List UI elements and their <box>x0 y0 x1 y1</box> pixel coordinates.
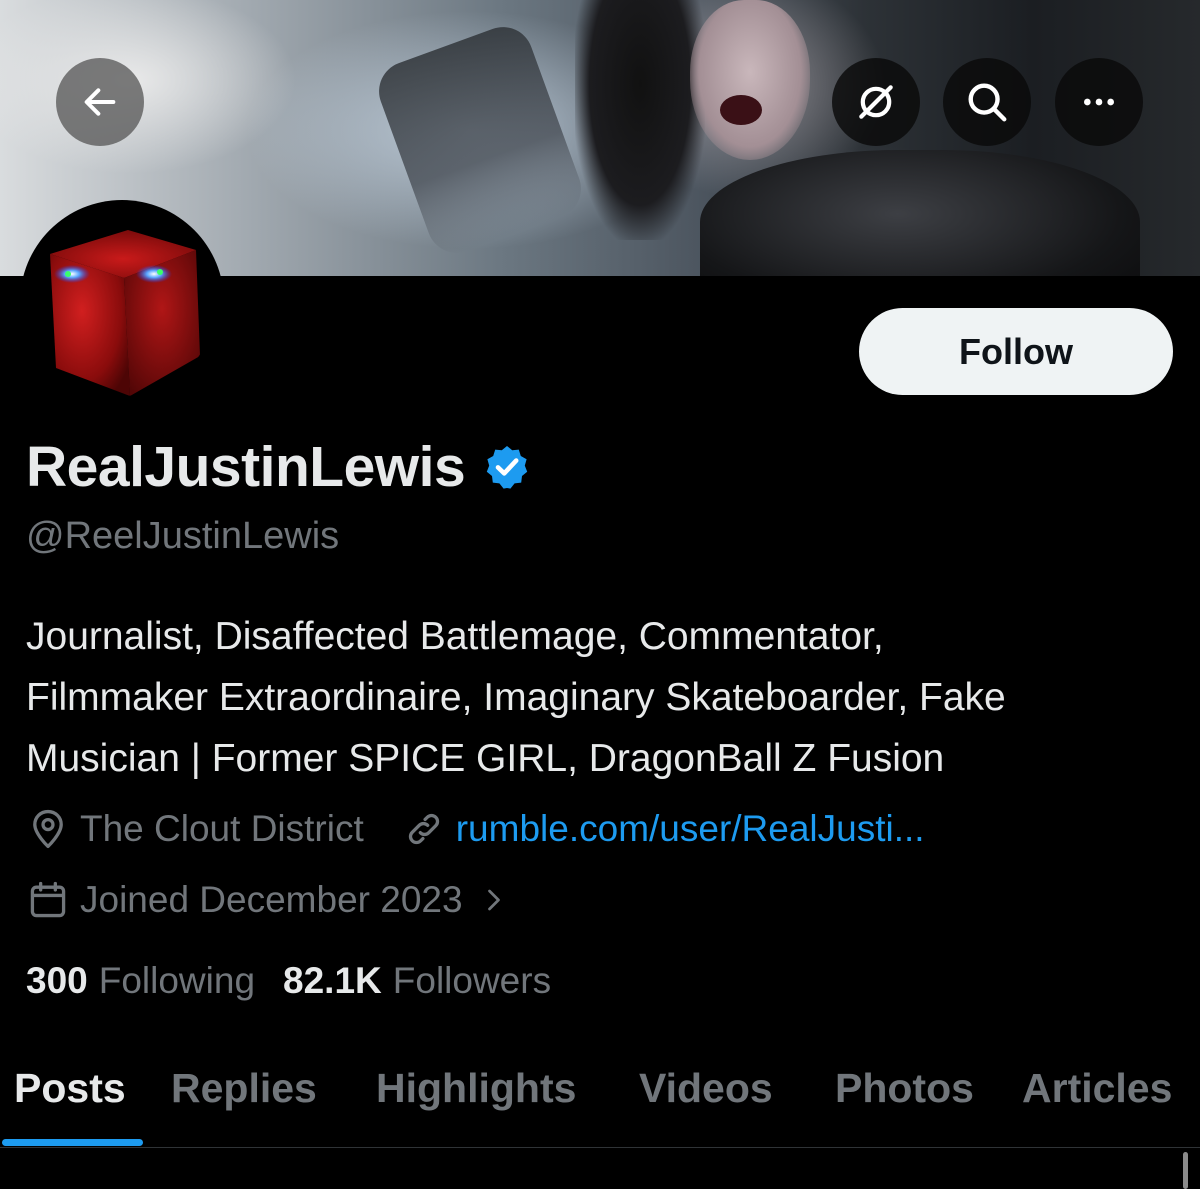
followers-label: Followers <box>392 960 552 1001</box>
following-stat[interactable]: 300 Following <box>26 960 255 1002</box>
joined[interactable]: Joined December 2023 <box>26 878 509 922</box>
followers-count: 82.1K <box>283 960 382 1001</box>
tab-photos[interactable]: Photos <box>835 1055 974 1121</box>
bio-line: Musician | Former SPICE GIRL, DragonBall… <box>26 737 945 780</box>
banner-face-shape <box>690 0 810 160</box>
banner-mouth-shape <box>720 95 762 125</box>
more-button[interactable] <box>1055 58 1143 146</box>
back-button[interactable] <box>56 58 144 146</box>
banner-gun-shape <box>370 18 590 262</box>
following-count: 300 <box>26 960 88 1001</box>
display-name: RealJustinLewis <box>26 435 466 499</box>
link-icon <box>408 813 439 845</box>
display-name-row: RealJustinLewis <box>26 432 531 502</box>
verified-badge-icon[interactable] <box>483 443 531 491</box>
tab-highlights[interactable]: Highlights <box>376 1055 576 1121</box>
profile-meta-row: The Clout District rumble.com/user/RealJ… <box>26 802 925 856</box>
tab-articles[interactable]: Articles <box>1022 1055 1172 1121</box>
avatar-image <box>28 208 216 396</box>
joined-text: Joined December 2023 <box>80 879 463 920</box>
search-icon <box>968 83 1007 122</box>
profile-bio: Journalist, Disaffected Battlemage, Comm… <box>26 606 1176 789</box>
banner-hair-shape <box>575 0 705 240</box>
grok-icon <box>859 85 893 119</box>
calendar-icon <box>30 881 66 918</box>
location-pin-icon <box>33 809 63 849</box>
banner-suit-shape <box>700 150 1140 276</box>
location: The Clout District <box>26 807 364 851</box>
tabs-divider <box>0 1147 1200 1148</box>
profile-tabs: Posts Replies Highlights Videos Photos A… <box>0 1055 1200 1149</box>
arrow-left-icon <box>84 88 116 116</box>
tab-videos[interactable]: Videos <box>639 1055 773 1121</box>
website[interactable]: rumble.com/user/RealJusti... <box>402 807 925 851</box>
tab-posts[interactable]: Posts <box>14 1055 126 1121</box>
chevron-right-icon <box>487 889 500 911</box>
avatar-cube-graphic <box>28 208 216 396</box>
more-horizontal-icon <box>1084 98 1114 106</box>
joined-row[interactable]: Joined December 2023 <box>26 873 509 927</box>
bio-line: Filmmaker Extraordinaire, Imaginary Skat… <box>26 676 1006 719</box>
follow-stats: 300 Following 82.1K Followers <box>26 955 551 1007</box>
avatar[interactable] <box>20 200 224 404</box>
tab-replies[interactable]: Replies <box>171 1055 317 1121</box>
following-label: Following <box>98 960 256 1001</box>
location-text: The Clout District <box>80 808 364 849</box>
grok-button[interactable] <box>832 58 920 146</box>
followers-stat[interactable]: 82.1K Followers <box>283 960 551 1002</box>
user-handle: @ReelJustinLewis <box>26 515 340 557</box>
search-button[interactable] <box>943 58 1031 146</box>
bio-line: Journalist, Disaffected Battlemage, Comm… <box>26 615 884 658</box>
follow-button[interactable]: Follow <box>859 308 1173 395</box>
active-tab-indicator <box>2 1139 143 1146</box>
scrollbar[interactable] <box>1183 1152 1188 1189</box>
website-link[interactable]: rumble.com/user/RealJusti... <box>456 808 925 850</box>
